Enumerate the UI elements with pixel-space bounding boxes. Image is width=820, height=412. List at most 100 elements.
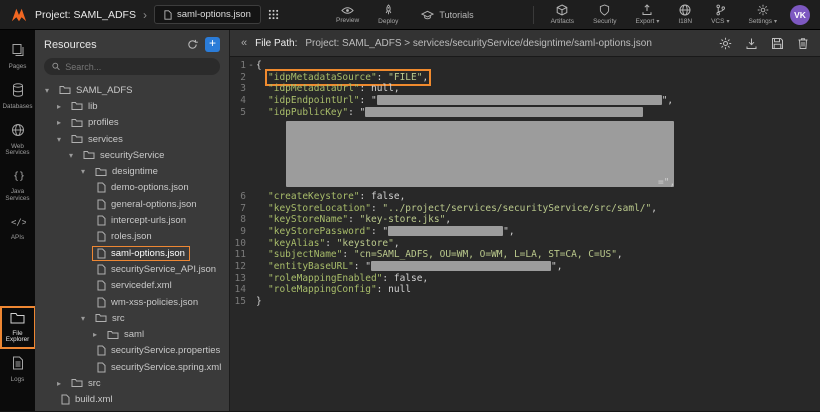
code-token: , <box>651 203 657 214</box>
chevron-down-icon[interactable]: ▾ <box>81 314 91 323</box>
rail-item-apis[interactable]: </>APIs <box>2 212 34 245</box>
code-token: "entityBaseURL" <box>268 261 354 272</box>
code-line-5[interactable]: 5"idpPublicKey": "=", <box>231 107 820 191</box>
chevron-down-icon[interactable]: ▾ <box>45 86 55 95</box>
tree-item-label: SAML_ADFS <box>76 85 133 96</box>
trash-icon[interactable] <box>797 37 809 50</box>
tree-file-general-options.json[interactable]: general-options.json <box>35 196 229 212</box>
rail-item-label: Pages <box>2 64 34 71</box>
tree-folder-src[interactable]: ▾src <box>35 310 229 326</box>
open-file-tab[interactable]: saml-options.json <box>154 5 261 24</box>
code-line-8[interactable]: 8"keyStoreName": "key-store.jks", <box>231 214 820 226</box>
tree-file-securityService_API.json[interactable]: securityService_API.json <box>35 261 229 277</box>
settings-button[interactable]: Settings▾ <box>742 4 783 25</box>
chevron-right-icon[interactable]: ▸ <box>57 379 67 388</box>
line-number: 6 <box>231 191 246 203</box>
deploy-button[interactable]: Deploy <box>372 4 404 25</box>
code-token: "createKeystore" <box>268 191 360 202</box>
line-content: "keyStoreName": "key-store.jks", <box>256 214 451 226</box>
add-resource-button[interactable]: + <box>205 37 220 52</box>
tree-folder-src[interactable]: ▸src <box>35 375 229 391</box>
tree-file-roles.json[interactable]: roles.json <box>35 229 229 245</box>
tree-file-securityService.spring.xml[interactable]: securityService.spring.xml <box>35 359 229 375</box>
editor-header: « File Path: Project: SAML_ADFS > servic… <box>230 30 820 57</box>
i18n-button[interactable]: I18N <box>672 4 698 25</box>
chevron-right-icon[interactable]: ▸ <box>57 118 67 127</box>
folder-icon <box>83 150 95 160</box>
tree-file-wm-xss-policies.json[interactable]: wm-xss-policies.json <box>35 294 229 310</box>
settings-icon[interactable] <box>719 37 732 50</box>
code-line-4[interactable]: 4"idpEndpointUrl": "", <box>231 95 820 107</box>
rail-item-file-explorer[interactable]: File Explorer <box>2 308 34 348</box>
tree-file-saml-options.json[interactable]: saml-options.json <box>35 245 229 261</box>
vcs-label: VCS <box>711 18 724 25</box>
chevron-right-icon[interactable]: ▸ <box>57 102 67 111</box>
code-line-2[interactable]: 2"idpMetadataSource": "FILE", <box>231 72 820 84</box>
user-avatar[interactable]: VK <box>790 5 810 25</box>
chevron-down-icon[interactable]: ▾ <box>81 167 91 176</box>
rail-item-web-services[interactable]: Web Services <box>2 120 34 161</box>
tree-file-demo-options.json[interactable]: demo-options.json <box>35 180 229 196</box>
code-line-13[interactable]: 13"roleMappingEnabled": false, <box>231 273 820 285</box>
security-button[interactable]: Security <box>587 4 622 25</box>
tree-file-build.xml[interactable]: build.xml <box>35 392 229 408</box>
cube-icon <box>556 4 568 16</box>
line-number: 2 <box>231 72 246 84</box>
code-line-12[interactable]: 12"entityBaseURL": "", <box>231 261 820 273</box>
rail-item-pages[interactable]: Pages <box>2 40 34 74</box>
preview-button[interactable]: Preview <box>330 6 365 24</box>
export-button[interactable]: Export▾ <box>630 4 666 25</box>
tree-file-servicedef.xml[interactable]: servicedef.xml <box>35 278 229 294</box>
rail-item-java-services[interactable]: {}Java Services <box>2 166 34 206</box>
tree-folder-SAML_ADFS[interactable]: ▾ SAML_ADFS <box>35 82 229 98</box>
line-content: { <box>256 60 262 72</box>
chevron-down-icon[interactable]: ▾ <box>57 135 67 144</box>
code-token: : <box>342 249 353 260</box>
download-icon[interactable] <box>745 37 758 50</box>
line-content: "idpPublicKey": "=", <box>256 107 643 191</box>
chevron-down-icon[interactable]: ▾ <box>69 151 79 160</box>
code-line-15[interactable]: 15} <box>231 296 820 308</box>
code-line-1[interactable]: 1-{ <box>231 60 820 72</box>
tutorials-button[interactable]: Tutorials <box>421 10 473 20</box>
save-icon[interactable] <box>771 37 784 50</box>
line-content: "idpEndpointUrl": "", <box>256 95 673 107</box>
tree-item-label: lib <box>88 101 98 112</box>
refresh-icon[interactable] <box>187 39 198 50</box>
code-token: =", <box>658 177 675 189</box>
tree-folder-designtime[interactable]: ▾designtime <box>35 163 229 179</box>
code-token: "idpMetadataUrl" <box>268 83 360 94</box>
apps-grid-icon[interactable] <box>268 9 279 20</box>
chevron-right-icon[interactable]: ▸ <box>93 330 103 339</box>
code-line-11[interactable]: 11"subjectName": "cn=SAML_ADFS, OU=WM, O… <box>231 249 820 261</box>
line-number: 15 <box>231 296 246 308</box>
file-explorer-icon <box>10 311 25 329</box>
fold-icon[interactable]: - <box>246 60 256 72</box>
collapse-panel-icon[interactable]: « <box>241 37 247 49</box>
code-line-10[interactable]: 10"keyAlias": "keystore", <box>231 238 820 250</box>
tree-folder-securityService[interactable]: ▾securityService <box>35 147 229 163</box>
rail-item-logs[interactable]: Logs <box>2 353 34 387</box>
rail-item-databases[interactable]: Databases <box>2 80 34 114</box>
tree-folder-services[interactable]: ▾services <box>35 131 229 147</box>
search-input[interactable] <box>65 62 212 72</box>
code-token: ", <box>662 95 673 106</box>
vcs-button[interactable]: VCS▾ <box>705 4 735 25</box>
line-number: 12 <box>231 261 246 273</box>
wavemaker-logo[interactable] <box>10 7 28 23</box>
code-line-3[interactable]: 3"idpMetadataUrl": null, <box>231 83 820 95</box>
tree-file-securityService.properties[interactable]: securityService.properties <box>35 343 229 359</box>
tree-folder-profiles[interactable]: ▸profiles <box>35 115 229 131</box>
code-token: { <box>256 60 262 71</box>
tree-file-intercept-urls.json[interactable]: intercept-urls.json <box>35 212 229 228</box>
file-path: Project: SAML_ADFS > services/securitySe… <box>305 38 711 49</box>
line-number: 11 <box>231 249 246 261</box>
code-line-9[interactable]: 9"keyStorePassword": "", <box>231 226 820 238</box>
tree-folder-saml[interactable]: ▸saml <box>35 326 229 342</box>
code-line-6[interactable]: 6"createKeystore": false, <box>231 191 820 203</box>
tree-folder-lib[interactable]: ▸ lib <box>35 98 229 114</box>
file-icon <box>97 280 106 291</box>
code-line-14[interactable]: 14"roleMappingConfig": null <box>231 284 820 296</box>
artifacts-button[interactable]: Artifacts <box>545 4 580 25</box>
code-line-7[interactable]: 7"keyStoreLocation": "../project/service… <box>231 203 820 215</box>
